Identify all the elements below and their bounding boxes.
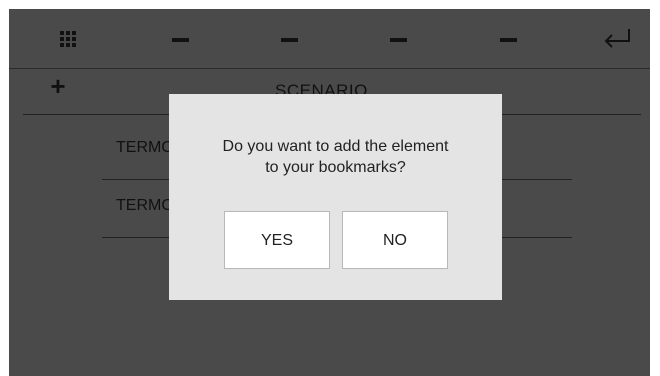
dash-icon[interactable] bbox=[172, 38, 189, 42]
dialog-message-line: to your bookmarks? bbox=[265, 159, 406, 176]
no-button[interactable]: NO bbox=[342, 211, 448, 269]
device-screen: + SCENARIO TERMO TERMO Do you want to ad… bbox=[9, 9, 650, 376]
dash-icon[interactable] bbox=[390, 38, 407, 42]
list-item-label: TERMO bbox=[116, 197, 174, 214]
list-item-label: TERMO bbox=[116, 139, 174, 156]
bookmark-dialog: Do you want to add the element to your b… bbox=[169, 94, 502, 300]
dialog-message: Do you want to add the element to your b… bbox=[169, 136, 502, 178]
back-arrow-icon[interactable] bbox=[602, 27, 632, 51]
dialog-message-line: Do you want to add the element bbox=[222, 138, 449, 155]
add-scenario-button[interactable]: + bbox=[47, 73, 69, 99]
yes-button[interactable]: YES bbox=[224, 211, 330, 269]
grid-menu-icon[interactable] bbox=[60, 31, 76, 47]
dash-icon[interactable] bbox=[281, 38, 298, 42]
dash-icon[interactable] bbox=[500, 38, 517, 42]
top-toolbar bbox=[9, 9, 650, 69]
